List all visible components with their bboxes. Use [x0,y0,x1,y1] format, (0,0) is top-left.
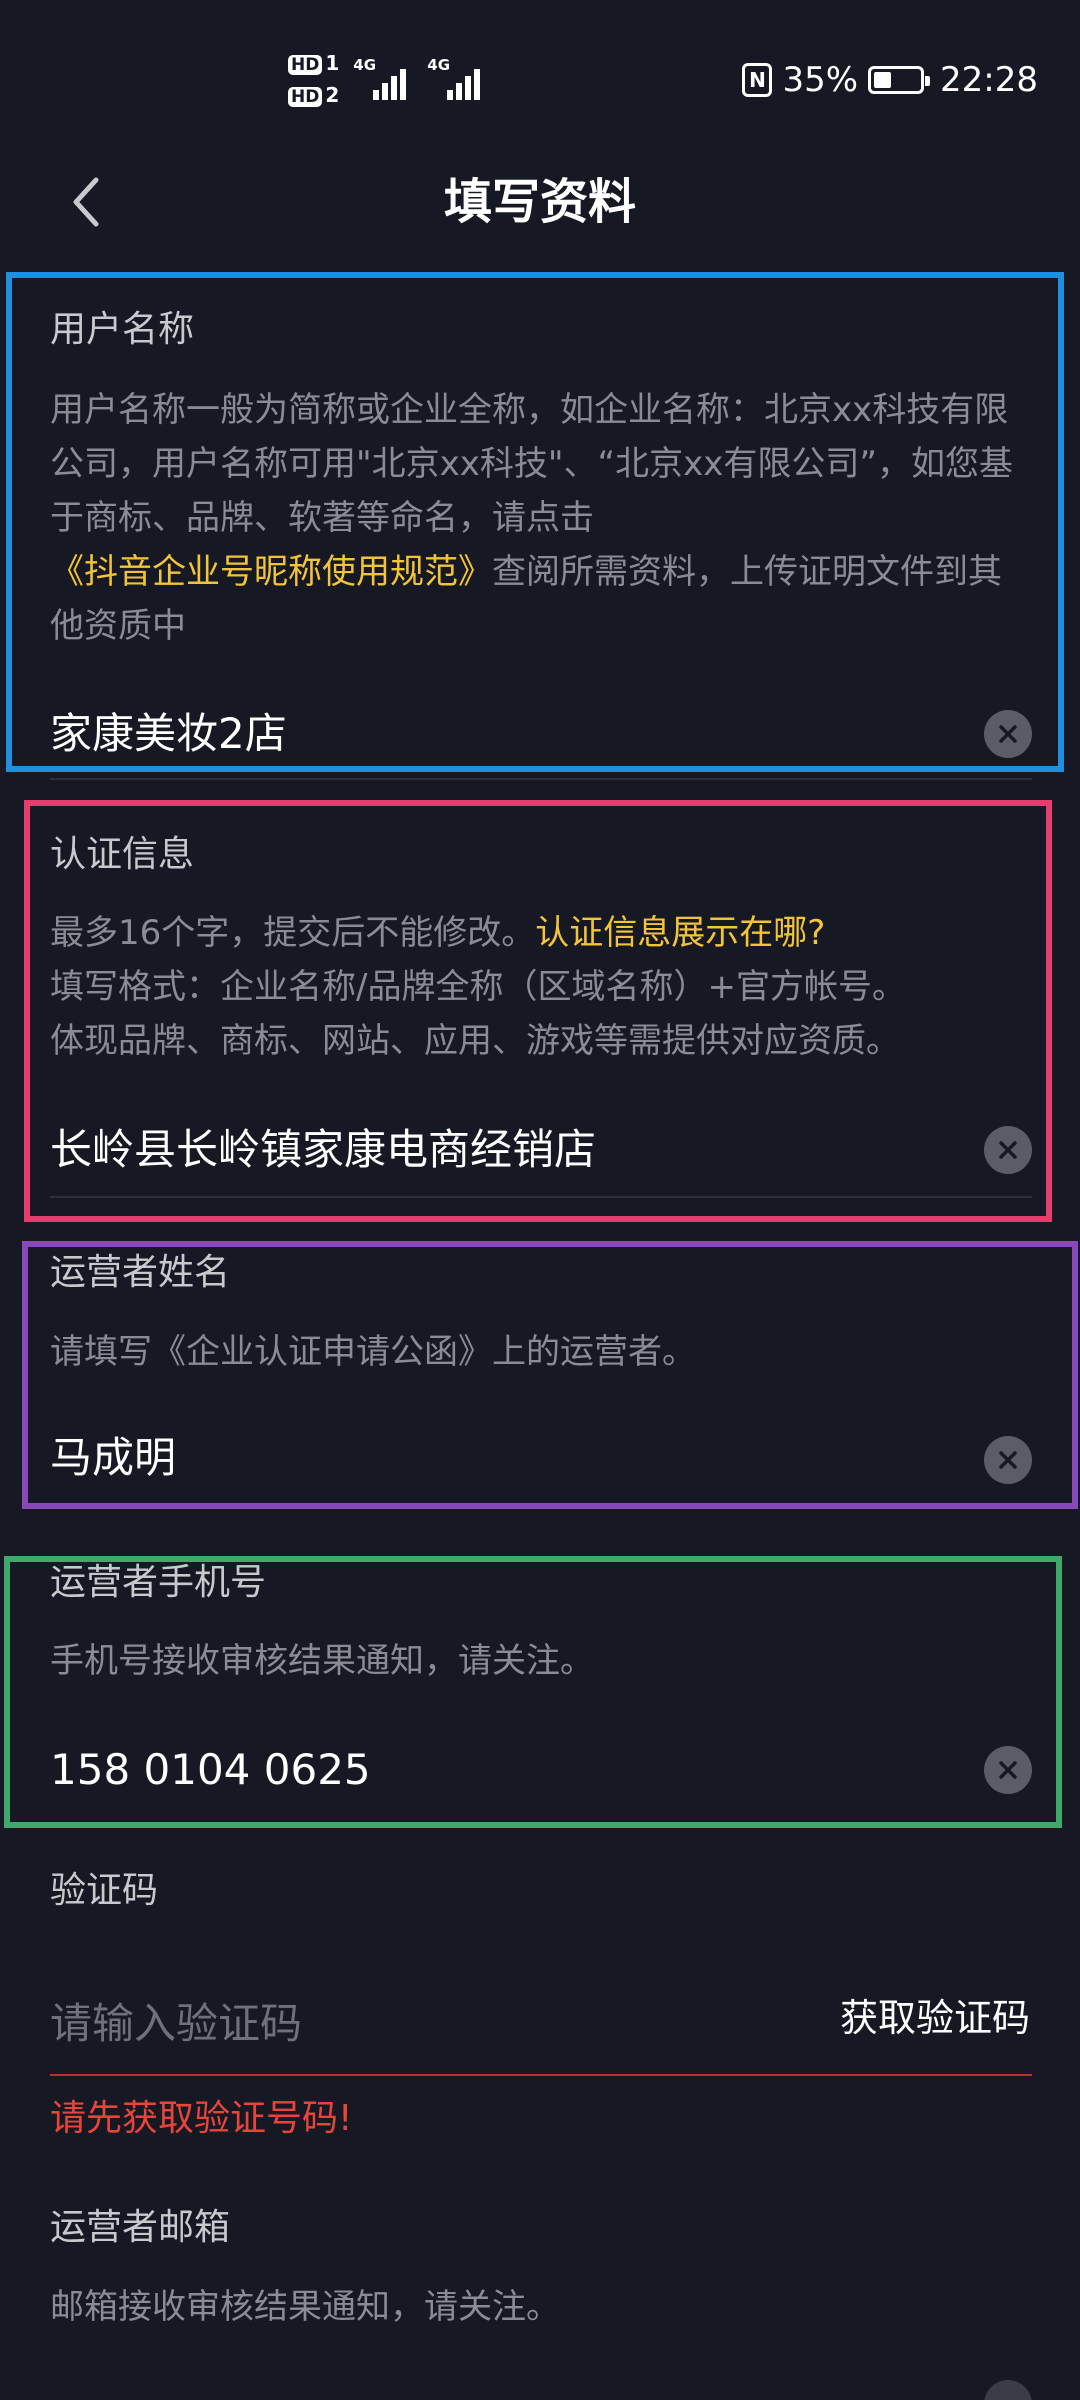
username-hint: 用户名称一般为简称或企业全称，如企业名称：北京xx科技有限公司，用户名称可用"北… [50,390,1013,646]
signal-icon: 4G [353,56,413,100]
operator-email-hint: 邮箱接收审核结果通知，请关注。 [50,2287,560,2327]
clear-icon[interactable] [984,2380,1032,2400]
nav-bar: 填写资料 [0,150,1080,260]
verify-code-underline [50,2074,1032,2076]
operator-phone-label: 运营者手机号 [50,1562,267,1603]
page-title: 填写资料 [443,174,636,230]
username-input[interactable]: 家康美妆2店 [50,706,287,762]
status-bar: HD 1 HD 2 4G 4G N 35% 22:28 [0,0,1080,150]
clear-icon[interactable] [984,1746,1032,1794]
status-right: N 35% 22:28 [742,52,1038,108]
hd-indicators: HD 1 HD 2 [288,52,339,108]
signal-icon: 4G [427,56,487,100]
operator-name-hint: 请填写《企业认证申请公函》上的运营者。 [50,1332,696,1372]
verify-code-input[interactable]: 请输入验证码 [50,1996,302,2052]
clear-icon[interactable] [984,1436,1032,1484]
cert-info-label: 认证信息 [50,834,195,875]
operator-email-label: 运营者邮箱 [50,2207,231,2248]
operator-phone-input[interactable]: 158 0104 0625 [50,1742,371,1798]
clear-icon[interactable] [984,1126,1032,1174]
hd1-indicator: HD 1 [288,52,339,76]
cert-info-hint: 最多16个字，提交后不能修改。认证信息展示在哪? 填写格式：企业名称/品牌全称（… [50,913,906,1061]
cert-info-display-link[interactable]: 认证信息展示在哪? [535,913,825,953]
clear-icon[interactable] [984,710,1032,758]
cert-info-input[interactable]: 长岭县长岭镇家康电商经销店 [50,1122,596,1178]
clock: 22:28 [940,60,1038,100]
nickname-rules-link[interactable]: 《抖音企业号昵称使用规范》 [50,552,492,592]
username-underline [50,778,1032,780]
nfc-icon: N [742,63,773,97]
battery-percent: 35% [782,60,859,100]
verify-code-label: 验证码 [50,1870,159,1911]
operator-name-input[interactable]: 马成明 [50,1430,176,1486]
verify-code-error: 请先获取验证号码! [50,2098,353,2139]
status-left: HD 1 HD 2 4G 4G [288,50,487,110]
battery-icon [868,66,931,94]
username-label: 用户名称 [50,309,195,350]
operator-phone-hint: 手机号接收审核结果通知，请关注。 [50,1641,594,1681]
operator-name-label: 运营者姓名 [50,1252,231,1293]
get-code-button[interactable]: 获取验证码 [840,1990,1030,2046]
hd2-indicator: HD 2 [288,84,339,108]
cert-info-underline [50,1196,1032,1198]
